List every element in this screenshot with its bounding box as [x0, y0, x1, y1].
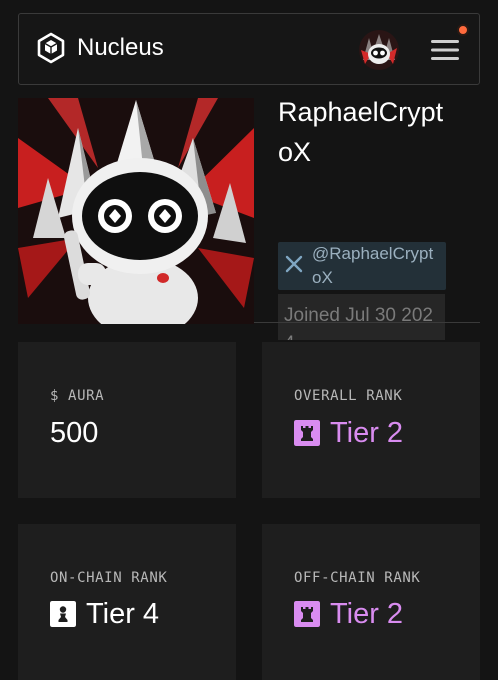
chess-rook-icon	[294, 420, 320, 446]
top-navbar: Nucleus	[18, 13, 480, 85]
notification-dot	[457, 24, 469, 36]
tier-badge: Tier 4	[50, 597, 159, 631]
joined-date: Joined Jul 30 2024	[284, 305, 433, 340]
divider	[254, 322, 480, 323]
stat-label: OVERALL RANK	[294, 388, 403, 404]
chess-rook-icon	[294, 601, 320, 627]
hexagon-cube-icon[interactable]	[35, 32, 67, 64]
stat-label: $ AURA	[50, 388, 105, 404]
stat-value: Tier 2	[330, 417, 404, 449]
stat-value: 500	[50, 417, 99, 449]
hamburger-menu-icon[interactable]	[427, 32, 463, 68]
user-avatar[interactable]	[359, 30, 399, 70]
stat-label: OFF-CHAIN RANK	[294, 570, 421, 586]
stat-card-on-chain-rank: ON-CHAIN RANK Tier 4	[18, 524, 236, 680]
social-handle[interactable]: @RaphaelCryptoX	[312, 242, 440, 290]
brand-name[interactable]: Nucleus	[77, 34, 164, 62]
stat-card-aura: $ AURA 500	[18, 342, 236, 498]
stat-value: Tier 4	[86, 598, 160, 630]
profile-image	[18, 98, 254, 324]
tier-badge: Tier 2	[294, 597, 403, 631]
stat-card-off-chain-rank: OFF-CHAIN RANK Tier 2	[262, 524, 480, 680]
joined-date-box: Joined Jul 30 2024	[278, 294, 445, 340]
stat-card-overall-rank: OVERALL RANK Tier 2	[262, 342, 480, 498]
x-logo-icon	[285, 255, 303, 273]
chess-pawn-icon	[50, 601, 76, 627]
stat-value: Tier 2	[330, 598, 404, 630]
tier-badge: Tier 2	[294, 416, 403, 450]
x-social-link[interactable]: @RaphaelCryptoX	[278, 242, 446, 290]
stat-label: ON-CHAIN RANK	[50, 570, 168, 586]
profile-name: RaphaelCryptoX	[278, 97, 444, 167]
